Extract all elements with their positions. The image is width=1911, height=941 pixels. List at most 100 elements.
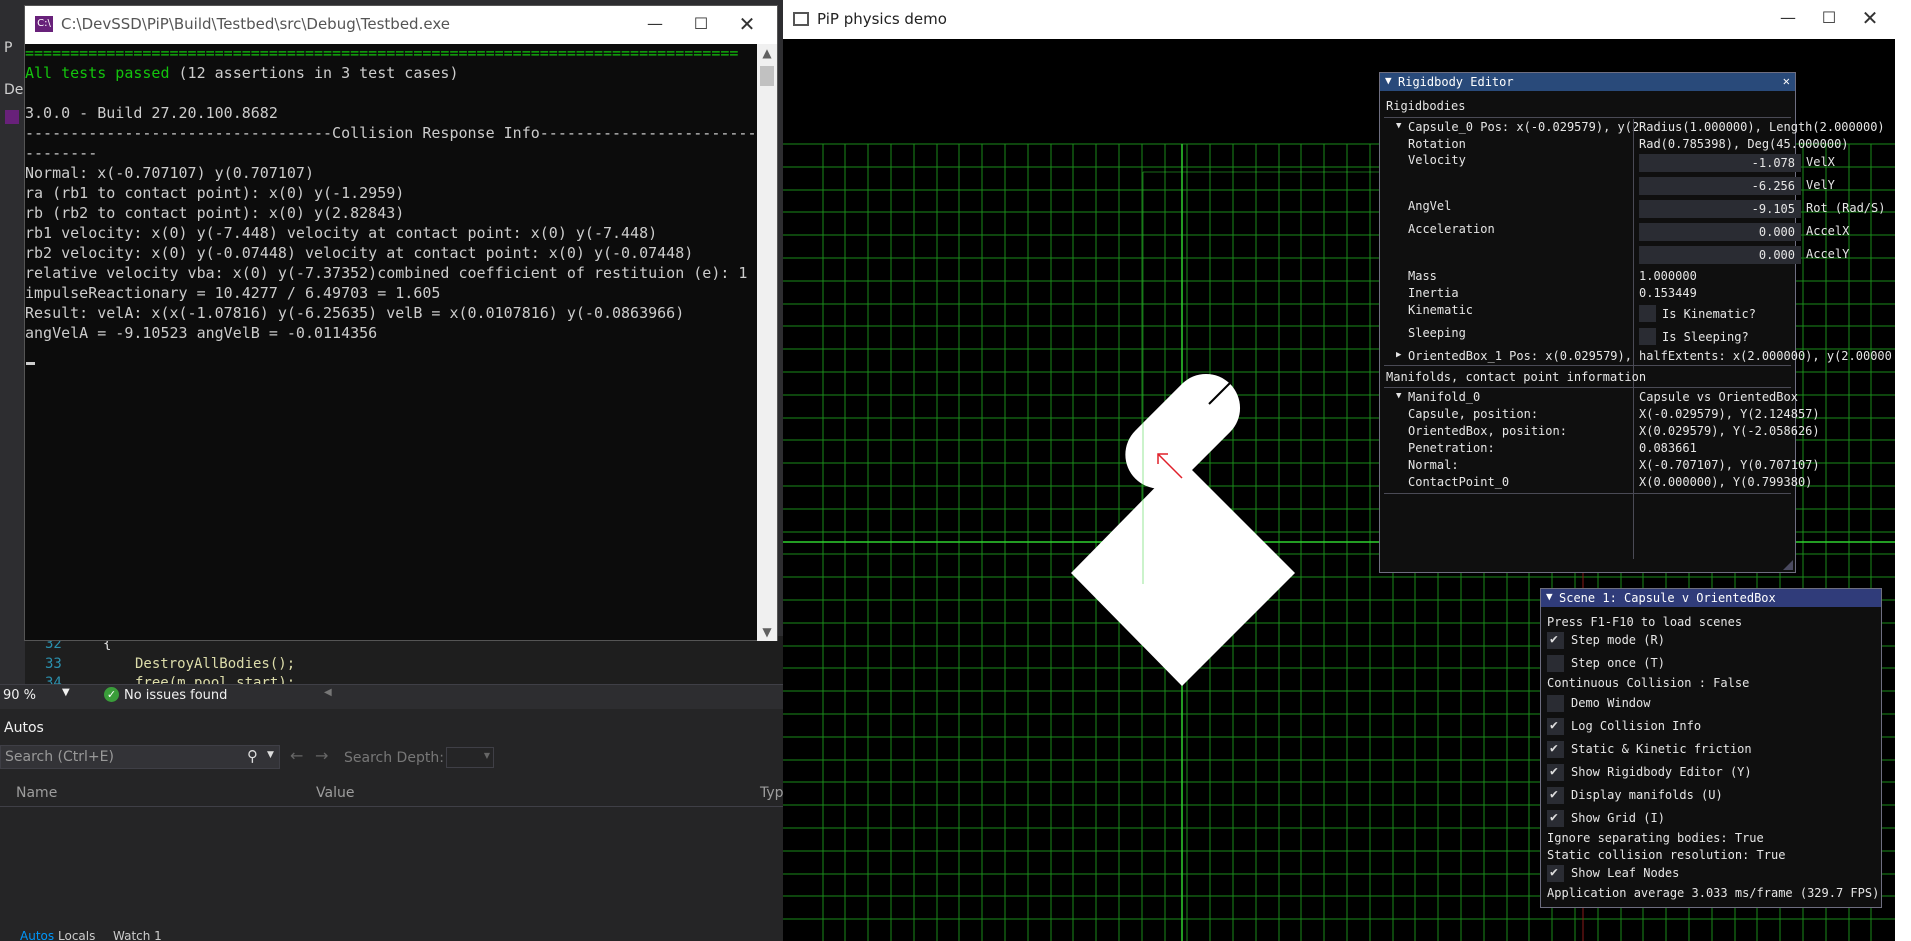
prop-label: Acceleration — [1408, 222, 1495, 236]
friction-checkbox[interactable] — [1547, 741, 1564, 758]
manifold-value: 0.083661 — [1639, 441, 1697, 455]
console-line: ----------------------------------Collis… — [25, 124, 757, 142]
console-output[interactable]: ========================================… — [25, 44, 757, 641]
console-line: rb2 velocity: x(0) y(-0.07448) velocity … — [25, 244, 694, 262]
console-scrollbar[interactable]: ▲ ▼ — [757, 44, 777, 641]
tree-node-capsule[interactable]: Capsule_0 Pos: x(-0.029579), y(2 — [1408, 120, 1639, 134]
tree-open-icon[interactable]: ▼ — [1396, 121, 1401, 131]
console-title: C:\DevSSD\PiP\Build\Testbed\src\Debug\Te… — [61, 15, 450, 33]
console-app-icon: C:\ — [35, 16, 53, 32]
vs-tool-icon[interactable] — [5, 110, 19, 124]
checkbox-label: Static & Kinetic friction — [1571, 742, 1752, 756]
rigidbody-editor-window[interactable]: ▼ Rigidbody Editor ✕ Rigidbodies ▼ Capsu… — [1379, 72, 1892, 573]
tests-passed-text: All tests passed — [25, 64, 170, 82]
column-header-value[interactable]: Value — [316, 785, 354, 801]
console-titlebar[interactable]: C:\ C:\DevSSD\PiP\Build\Testbed\src\Debu… — [25, 6, 777, 44]
manifold-value: X(-0.029579), Y(2.124857) — [1639, 407, 1820, 421]
rigidbody-editor-checkbox[interactable] — [1547, 764, 1564, 781]
scrollbar-thumb[interactable] — [760, 66, 774, 86]
chevron-down-icon[interactable]: ▼ — [267, 750, 274, 760]
step-once-checkbox[interactable] — [1547, 655, 1564, 672]
collapse-arrow-icon[interactable]: ▼ — [1546, 590, 1553, 603]
close-button[interactable]: ✕ — [724, 6, 770, 42]
scroll-down-icon[interactable]: ▼ — [757, 625, 777, 639]
window-icon — [793, 12, 809, 26]
close-button[interactable]: ✕ — [1847, 0, 1893, 36]
back-arrow-icon[interactable]: ← — [290, 746, 303, 765]
manifold-label: Penetration: — [1408, 441, 1495, 455]
resize-grip-icon[interactable] — [1783, 560, 1793, 570]
code-line: DestroyAllBodies(); — [135, 656, 296, 672]
tree-closed-icon[interactable]: ▶ — [1396, 350, 1401, 360]
column-header-name[interactable]: Name — [16, 785, 57, 801]
demo-window-checkbox[interactable] — [1547, 695, 1564, 712]
minimize-button[interactable]: — — [1765, 0, 1811, 36]
section-rigidbodies: Rigidbodies — [1386, 99, 1466, 113]
checkbox-label: Show Rigidbody Editor (Y) — [1571, 765, 1752, 779]
show-leaf-nodes-checkbox[interactable] — [1547, 865, 1564, 882]
text-cursor — [26, 362, 35, 365]
console-line: ra (rb1 to contact point): x(0) y(-1.295… — [25, 184, 405, 202]
manifold-value: X(0.029579), Y(-2.058626) — [1639, 424, 1820, 438]
search-icon[interactable]: ⚲ — [247, 747, 258, 765]
sleeping-checkbox[interactable] — [1639, 328, 1656, 345]
tab-autos[interactable]: Autos — [20, 931, 54, 941]
prop-label: Rotation — [1408, 137, 1466, 151]
step-mode-checkbox[interactable] — [1547, 632, 1564, 649]
vs-side-label: De — [4, 82, 24, 98]
manifold-label: OrientedBox, position: — [1408, 424, 1567, 438]
pip-titlebar[interactable]: PiP physics demo — ☐ ✕ — [783, 0, 1895, 39]
prop-suffix: VelX — [1806, 155, 1835, 169]
console-line: angVelA = -9.10523 angVelB = -0.0114356 — [25, 324, 378, 342]
close-icon[interactable]: ✕ — [1783, 74, 1790, 88]
scroll-up-icon[interactable]: ▲ — [757, 46, 777, 60]
tab-locals[interactable]: Locals — [58, 931, 95, 941]
tree-node-manifold[interactable]: Manifold_0 — [1408, 390, 1480, 404]
chevron-down-icon[interactable]: ▼ — [484, 751, 490, 760]
scene-window[interactable]: ▼ Scene 1: Capsule v OrientedBox Press F… — [1540, 588, 1882, 908]
vely-drag[interactable]: -6.256 — [1639, 177, 1801, 195]
column-header-type[interactable]: Typ — [760, 785, 784, 801]
collapse-arrow-icon[interactable]: ▼ — [1385, 74, 1392, 87]
autos-column-headers: Name Value Typ — [0, 782, 784, 807]
scene-info-text: Continuous Collision : False — [1547, 676, 1750, 690]
search-depth-select[interactable]: ▼ — [446, 747, 494, 768]
manifold-value: X(0.000000), Y(0.799380) — [1639, 475, 1813, 489]
scene-titlebar[interactable]: ▼ Scene 1: Capsule v OrientedBox — [1541, 589, 1881, 607]
zoom-level[interactable]: 90 % — [3, 688, 36, 703]
accely-drag[interactable]: 0.000 — [1639, 246, 1801, 264]
maximize-button[interactable]: ☐ — [678, 6, 724, 42]
tree-node-orientedbox[interactable]: OrientedBox_1 Pos: x(0.029579), — [1408, 349, 1632, 363]
tab-watch[interactable]: Watch 1 — [113, 931, 162, 941]
chevron-down-icon[interactable]: ▼ — [62, 687, 70, 698]
console-line: Result: velA: x(x(-1.07816) y(-6.25635) … — [25, 304, 685, 322]
scroll-left-icon[interactable]: ◀ — [324, 687, 332, 698]
search-placeholder: Search (Ctrl+E) — [5, 749, 114, 765]
show-grid-checkbox[interactable] — [1547, 810, 1564, 827]
checkbox-label: Is Kinematic? — [1662, 307, 1756, 321]
prop-label: Mass — [1408, 269, 1437, 283]
checkbox-label: Display manifolds (U) — [1571, 788, 1723, 802]
oriented-box-body[interactable] — [1071, 460, 1295, 686]
rigidbody-editor-titlebar[interactable]: ▼ Rigidbody Editor ✕ — [1380, 73, 1795, 91]
display-manifolds-checkbox[interactable] — [1547, 787, 1564, 804]
checkbox-label: Show Leaf Nodes — [1571, 866, 1680, 880]
console-line: 3.0.0 - Build 27.20.100.8682 — [25, 104, 278, 122]
maximize-button[interactable]: ☐ — [1806, 0, 1852, 36]
velx-drag[interactable]: -1.078 — [1639, 154, 1801, 172]
kinematic-checkbox[interactable] — [1639, 305, 1656, 322]
issues-status: No issues found — [124, 688, 228, 703]
console-line: impulseReactionary = 10.4277 / 6.49703 =… — [25, 284, 441, 302]
minimize-button[interactable]: — — [632, 6, 678, 42]
manifold-label: ContactPoint_0 — [1408, 475, 1510, 489]
tree-open-icon[interactable]: ▼ — [1396, 391, 1401, 401]
angvel-drag[interactable]: -9.105 — [1639, 200, 1801, 218]
accelx-drag[interactable]: 0.000 — [1639, 223, 1801, 241]
search-input[interactable]: Search (Ctrl+E) ⚲ ▼ — [0, 745, 280, 769]
log-collision-checkbox[interactable] — [1547, 718, 1564, 735]
console-line: relative velocity vba: x(0) y(-7.37352)c… — [25, 264, 748, 282]
prop-value: 0.153449 — [1639, 286, 1697, 300]
forward-arrow-icon[interactable]: → — [315, 746, 328, 765]
capsule-shape-info: Radius(1.000000), Length(2.000000) — [1639, 120, 1885, 134]
scene-title: Scene 1: Capsule v OrientedBox — [1559, 591, 1776, 605]
